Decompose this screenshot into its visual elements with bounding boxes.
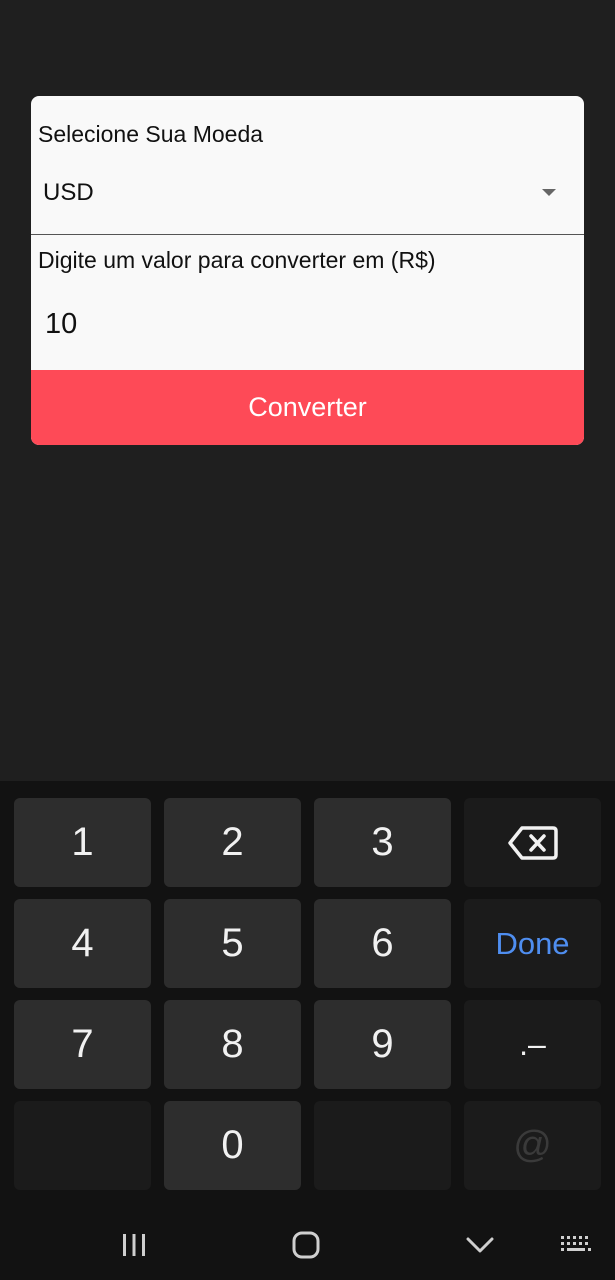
key-6[interactable]: 6 xyxy=(314,899,451,988)
empty-key xyxy=(14,1101,151,1190)
empty-key xyxy=(314,1101,451,1190)
backspace-key[interactable] xyxy=(464,798,601,887)
backspace-icon xyxy=(507,825,558,860)
amount-input[interactable] xyxy=(45,302,565,346)
key-1[interactable]: 1 xyxy=(14,798,151,887)
recent-apps-icon xyxy=(123,1234,145,1256)
dropdown-arrow-icon xyxy=(542,189,556,196)
key-4[interactable]: 4 xyxy=(14,899,151,988)
keyboard-switch-button[interactable] xyxy=(556,1225,596,1265)
key-3[interactable]: 3 xyxy=(314,798,451,887)
keyboard-switch-icon xyxy=(561,1236,591,1251)
key-2[interactable]: 2 xyxy=(164,798,301,887)
amount-label: Digite um valor para converter em (R$) xyxy=(38,247,436,273)
system-navigation-bar xyxy=(0,1203,615,1280)
punctuation-key[interactable]: .– xyxy=(464,1000,601,1089)
home-icon xyxy=(292,1231,320,1259)
recent-apps-button[interactable] xyxy=(114,1225,154,1265)
convert-button[interactable]: Converter xyxy=(31,370,584,445)
currency-select[interactable]: USD xyxy=(31,156,584,234)
hide-keyboard-button[interactable] xyxy=(460,1225,500,1265)
done-key[interactable]: Done xyxy=(464,899,601,988)
divider xyxy=(31,234,584,235)
converter-card: Selecione Sua Moeda USD Digite um valor … xyxy=(31,96,584,445)
currency-select-value: USD xyxy=(43,179,94,206)
currency-label: Selecione Sua Moeda xyxy=(38,121,264,147)
key-7[interactable]: 7 xyxy=(14,1000,151,1089)
home-button[interactable] xyxy=(286,1225,326,1265)
hide-keyboard-icon xyxy=(466,1237,494,1253)
key-0[interactable]: 0 xyxy=(164,1101,301,1190)
key-9[interactable]: 9 xyxy=(314,1000,451,1089)
at-key: @ xyxy=(464,1101,601,1190)
key-8[interactable]: 8 xyxy=(164,1000,301,1089)
key-5[interactable]: 5 xyxy=(164,899,301,988)
